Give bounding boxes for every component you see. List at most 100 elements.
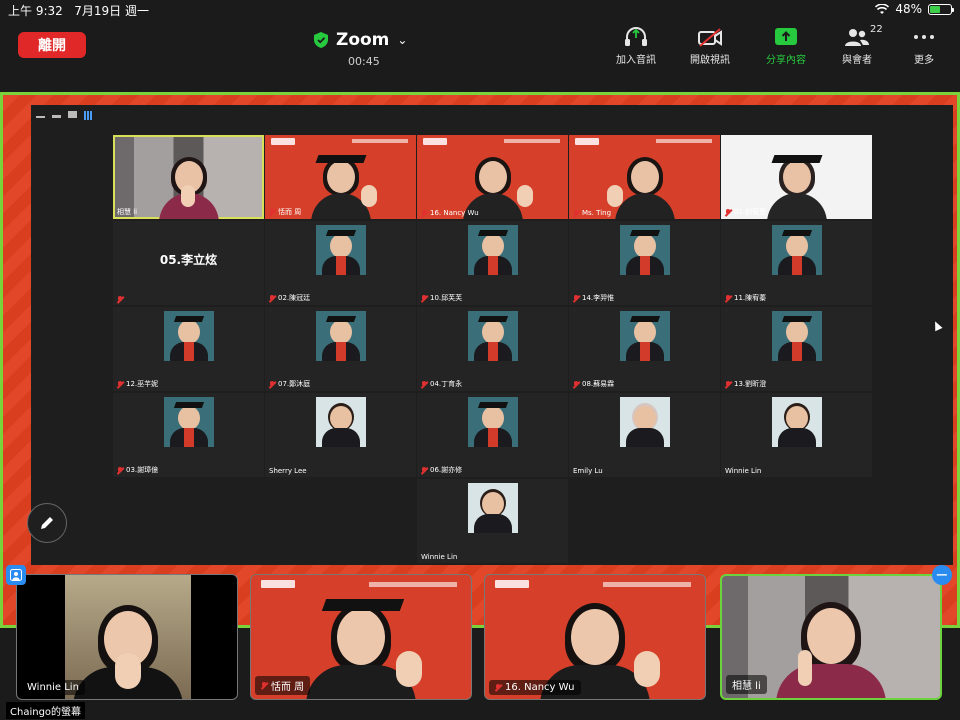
collapse-filmstrip-button[interactable]: − [932,565,952,585]
view-mode-controls [36,111,93,120]
participant-name: 13.劉昕澄 [725,379,766,389]
video-off-icon [698,28,722,47]
filmstrip-video-tile[interactable]: Winnie Lin [16,574,238,700]
participant-tile[interactable]: 13.劉昕澄 [721,307,872,391]
mic-muted-icon [421,380,427,388]
participant-tile[interactable]: 11.陳宥蓁 [721,221,872,305]
strip-view-icon[interactable] [52,115,61,118]
participant-video [158,155,219,219]
share-content-button[interactable]: 分享內容 [766,26,806,66]
meeting-info-dropdown[interactable]: Zoom ⌄ [314,30,407,50]
start-video-button[interactable]: 開啟視訊 [690,26,730,66]
zoom-ipad-screen: 上午 9:32 7月19日 週一 48% 離開 Zoom ⌄ 00:45 加入音… [0,0,960,720]
share-content-label: 分享內容 [766,55,806,66]
profile-picture [315,397,366,447]
participant-tile[interactable]: 04.丁育永 [417,307,568,391]
participant-tile[interactable]: 相慧 li [113,135,264,219]
participant-tile[interactable]: Ms. Ting [569,135,720,219]
filmstrip-video-tile[interactable]: 恬而 周 [250,574,472,700]
participant-tile[interactable]: 06.謝亦修 [417,393,568,477]
participant-tile[interactable]: 05.李立炫 [113,221,264,305]
participant-tile[interactable]: 10.邱芙芙 [417,221,568,305]
profile-picture [467,483,518,533]
mic-muted-icon [117,296,123,303]
participant-name [117,296,126,303]
participant-tile[interactable]: Winnie Lin [721,393,872,477]
wifi-icon [875,3,890,14]
minimize-view-icon[interactable] [36,116,45,118]
participant-tile[interactable]: 03.謝璋億 [113,393,264,477]
participant-count: 22 [870,24,883,35]
participant-name: 01.劉宥恩 [725,207,766,217]
participant-tile[interactable]: 07.鄭沐庭 [265,307,416,391]
event-banner [417,135,568,149]
profile-picture [315,225,366,275]
participant-name: Emily Lu [573,467,603,475]
profile-picture [619,225,670,275]
headphones-icon [625,27,647,46]
participant-tile[interactable]: 恬而 周 [265,135,416,219]
participant-tile[interactable]: 16. Nancy Wu [417,135,568,219]
mic-muted-icon [269,208,275,216]
mic-muted-icon [725,294,731,302]
participant-tile[interactable]: 14.李羿惟 [569,221,720,305]
more-icon [914,35,934,39]
join-audio-button[interactable]: 加入音訊 [616,26,656,66]
gallery-view-icon[interactable] [84,111,93,120]
more-button[interactable]: 更多 [910,26,938,66]
participant-name: Winnie Lin [725,467,762,475]
annotate-button[interactable] [27,503,67,543]
profile-picture [771,311,822,361]
mic-muted-icon [421,466,427,474]
battery-icon [928,3,954,15]
mic-muted-icon [725,380,731,388]
shared-screen[interactable]: 相慧 li 恬而 周 16. Nancy Wu Ms. Ting 01.劉宥恩 05.李立… [0,92,960,628]
participant-name: 02.陳冠廷 [269,293,310,303]
leave-button[interactable]: 離開 [18,32,86,58]
mic-muted-icon [421,294,427,302]
profile-picture [467,397,518,447]
profile-picture [619,311,670,361]
participant-name: 11.陳宥蓁 [725,293,766,303]
mic-muted-icon [269,294,275,302]
speaker-view-icon[interactable] [68,111,77,118]
participant-tile[interactable]: Emily Lu [569,393,720,477]
event-banner [569,135,720,149]
mic-muted-icon [725,208,731,216]
pencil-icon [41,517,53,529]
mic-muted-icon [117,466,123,474]
filmstrip-video-tile[interactable]: 相慧 li [720,574,942,700]
mouse-cursor-icon [931,319,943,332]
participant-display-name: 05.李立炫 [159,253,218,267]
participants-label: 與會者 [842,55,872,66]
profile-picture [315,311,366,361]
shared-zoom-window: 相慧 li 恬而 周 16. Nancy Wu Ms. Ting 01.劉宥恩 05.李立… [31,105,953,565]
share-screen-icon [775,28,797,45]
participant-name: Ms. Ting [573,209,611,217]
profile-picture [771,397,822,447]
participant-name: 14.李羿惟 [573,293,614,303]
app-name: Zoom [336,30,390,50]
participant-video [606,155,675,219]
mic-muted-icon [573,380,579,388]
filmstrip-video-tile[interactable]: 16. Nancy Wu [484,574,706,700]
participant-tile[interactable]: 02.陳冠廷 [265,221,416,305]
mic-muted-icon [117,380,123,388]
participant-name: 相慧 li [117,208,138,216]
shield-icon [314,32,328,48]
participant-tile[interactable]: 01.劉宥恩 [721,135,872,219]
mic-muted-icon [269,380,275,388]
participant-name: 03.謝璋億 [117,465,158,475]
status-time: 上午 9:32 7月19日 週一 [8,4,149,18]
participants-icon [845,29,869,46]
participants-button[interactable]: 22 與會者 [842,24,883,66]
participant-tile[interactable]: 08.蘇易霖 [569,307,720,391]
filmstrip-participant-name: Winnie Lin [21,680,85,695]
event-banner [251,575,471,593]
participant-tile[interactable]: Sherry Lee [265,393,416,477]
profile-picture [619,397,670,447]
pin-video-button[interactable] [6,565,26,585]
event-banner [265,135,416,149]
participant-tile[interactable]: Winnie Lin [417,479,568,563]
participant-tile[interactable]: 12.巫芊妮 [113,307,264,391]
